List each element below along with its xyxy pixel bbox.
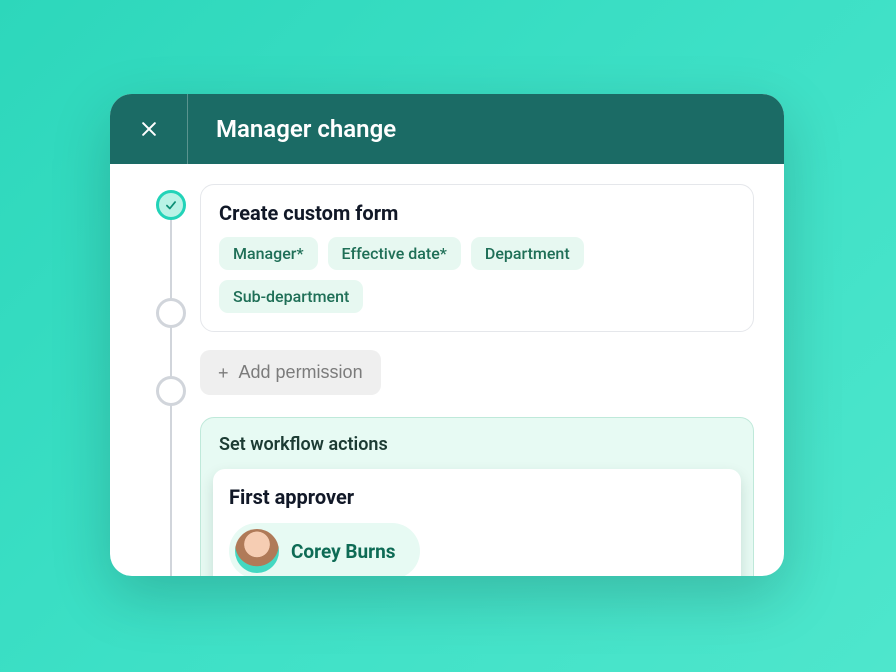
modal-header: Manager change: [110, 94, 784, 164]
workflow-actions-panel: Set workflow actions First approver Core…: [200, 417, 754, 576]
add-permission-button[interactable]: + Add permission: [200, 350, 381, 395]
check-icon: [164, 198, 178, 212]
step-indicator-complete: [156, 190, 186, 220]
avatar: [235, 529, 279, 573]
field-chip-department[interactable]: Department: [471, 237, 584, 270]
workflow-panel-title: Set workflow actions: [213, 434, 741, 469]
modal-title: Manager change: [188, 115, 396, 143]
close-icon: [139, 119, 159, 139]
workflow-modal: Manager change Create custom form Manage…: [110, 94, 784, 576]
first-approver-title: First approver: [229, 485, 725, 509]
plus-icon: +: [218, 364, 229, 382]
form-field-chips: Manager* Effective date* Department Sub-…: [219, 237, 735, 313]
first-approver-card[interactable]: First approver Corey Burns: [213, 469, 741, 576]
create-form-card[interactable]: Create custom form Manager* Effective da…: [200, 184, 754, 332]
create-form-title: Create custom form: [219, 201, 735, 225]
approver-chip[interactable]: Corey Burns: [229, 523, 420, 576]
step-timeline: [156, 194, 186, 576]
steps-container: Create custom form Manager* Effective da…: [200, 184, 754, 576]
field-chip-effective-date[interactable]: Effective date*: [328, 237, 461, 270]
field-chip-sub-department[interactable]: Sub-department: [219, 280, 363, 313]
modal-body: Create custom form Manager* Effective da…: [110, 164, 784, 576]
step-indicator-pending: [156, 298, 186, 328]
add-permission-label: Add permission: [239, 362, 363, 383]
close-button[interactable]: [110, 94, 188, 164]
field-chip-manager[interactable]: Manager*: [219, 237, 318, 270]
approver-name: Corey Burns: [291, 540, 396, 563]
step-indicator-pending: [156, 376, 186, 406]
